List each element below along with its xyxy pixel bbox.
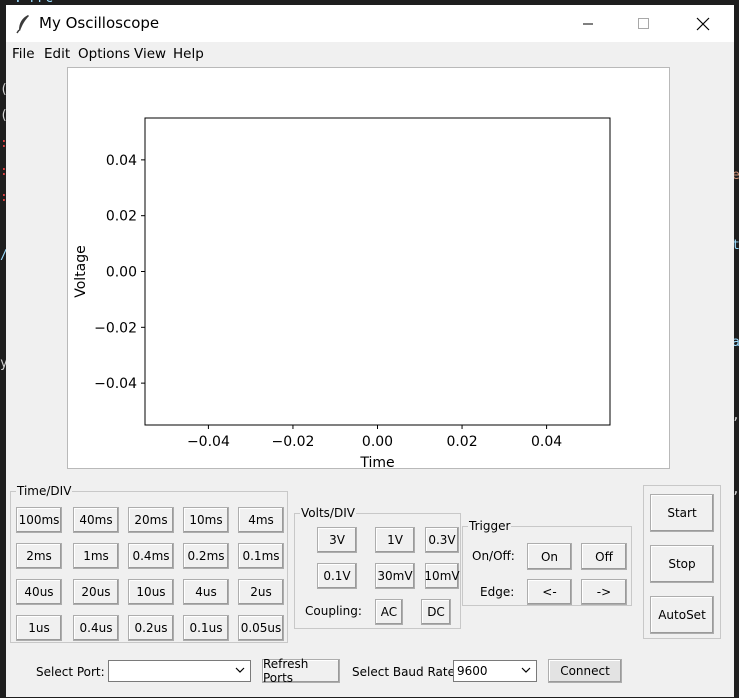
volts-div-button[interactable]: 10mV (424, 563, 460, 589)
maximize-icon (638, 17, 649, 29)
time-div-button[interactable]: 0.1ms (238, 543, 284, 569)
y-tick-label: −0.04 (94, 376, 137, 392)
time-div-button[interactable]: 4us (183, 579, 229, 605)
control-group: Start Stop AutoSet (643, 485, 721, 639)
menu-edit[interactable]: Edit (44, 46, 70, 62)
trigger-onoff-label: On/Off: (472, 549, 515, 563)
time-div-button[interactable]: 10ms (183, 507, 229, 533)
time-div-button[interactable]: 2ms (16, 543, 62, 569)
x-axis-label: Time (359, 455, 394, 468)
menu-view[interactable]: View (134, 46, 166, 62)
time-div-button[interactable]: 100ms (16, 507, 62, 533)
volts-div-button[interactable]: 0.3V (425, 527, 459, 553)
maximize-button[interactable] (621, 5, 667, 42)
trigger-group: Trigger On/Off: On Off Edge: <- -> (462, 519, 632, 606)
start-button[interactable]: Start (650, 494, 714, 532)
y-tick-label: 0.00 (106, 265, 137, 281)
x-tick-label: 0.04 (531, 434, 562, 450)
time-div-button[interactable]: 10us (128, 579, 174, 605)
volts-div-group: Volts/DIV 3V 1V 0.3V 0.1V 30mV 10mV Coupling:… (294, 506, 461, 629)
baud-rate-select[interactable]: 9600 (453, 660, 537, 682)
stop-button[interactable]: Stop (650, 545, 714, 583)
time-div-button[interactable]: 0.2us (128, 615, 174, 641)
coupling-dc-button[interactable]: DC (421, 599, 451, 625)
volts-div-button[interactable]: 1V (375, 527, 415, 553)
minimize-icon (583, 23, 593, 24)
y-axis-label: Voltage (73, 245, 89, 298)
close-icon (696, 17, 710, 30)
time-div-label: Time/DIV (16, 484, 73, 498)
chevron-down-icon (235, 667, 245, 673)
time-div-button[interactable]: 2us (238, 579, 284, 605)
y-tick-label: 0.04 (106, 153, 137, 169)
volts-div-button[interactable]: 3V (317, 527, 357, 553)
window-title: My Oscilloscope (39, 14, 160, 32)
edge-falling-button[interactable]: <- (527, 579, 572, 605)
baud-rate-value: 9600 (457, 664, 488, 678)
close-button[interactable] (680, 5, 726, 42)
minimize-button[interactable] (565, 5, 611, 42)
time-div-button[interactable]: 1ms (73, 543, 119, 569)
chevron-down-icon (521, 667, 531, 673)
refresh-ports-button[interactable]: Refresh Ports (262, 657, 340, 685)
plot-canvas: −0.04 −0.02 0.00 0.02 0.04 0.04 0.02 0.00 −0.02 −… (67, 67, 670, 469)
coupling-ac-button[interactable]: AC (375, 599, 403, 625)
time-div-group: Time/DIV 100ms 40ms 20ms 10ms 4ms 2ms 1ms 0.4ms… (10, 484, 288, 643)
select-port-label: Select Port: (36, 665, 105, 679)
x-tick-label: 0.00 (362, 434, 393, 450)
menu-file[interactable]: File (12, 46, 35, 62)
autoset-button[interactable]: AutoSet (650, 596, 714, 634)
time-div-button[interactable]: 0.2ms (183, 543, 229, 569)
trigger-on-button[interactable]: On (527, 543, 572, 570)
trigger-label: Trigger (468, 519, 512, 533)
trigger-off-button[interactable]: Off (581, 543, 627, 570)
volts-div-button[interactable]: 30mV (375, 563, 415, 589)
time-div-button[interactable]: 20us (73, 579, 119, 605)
time-div-button[interactable]: 0.1us (183, 615, 229, 641)
feather-icon (16, 15, 29, 34)
x-tick-label: 0.02 (446, 434, 477, 450)
menu-bar: File Edit Options View Help (6, 42, 734, 66)
y-tick-label: 0.02 (106, 209, 137, 225)
menu-help[interactable]: Help (173, 46, 204, 62)
title-bar: My Oscilloscope (6, 5, 734, 42)
app-window: My Oscilloscope File Edit Options View H… (6, 5, 734, 697)
time-div-button[interactable]: 20ms (128, 507, 174, 533)
trigger-edge-label: Edge: (480, 585, 515, 599)
baud-rate-label: Select Baud Rate: (352, 665, 460, 679)
connect-button[interactable]: Connect (548, 659, 622, 683)
time-div-button[interactable]: 0.05us (238, 615, 284, 641)
menu-options[interactable]: Options (78, 46, 130, 62)
time-div-button[interactable]: 0.4us (73, 615, 119, 641)
y-tick-label: −0.02 (94, 320, 137, 336)
time-div-button[interactable]: 40us (16, 579, 62, 605)
volts-div-label: Volts/DIV (300, 506, 356, 520)
time-div-button[interactable]: 0.4ms (128, 543, 174, 569)
plot-axes-frame (144, 117, 611, 426)
volts-div-button[interactable]: 0.1V (317, 563, 357, 589)
edge-rising-button[interactable]: -> (581, 579, 627, 605)
x-tick-label: −0.04 (187, 434, 230, 450)
time-div-button[interactable]: 4ms (238, 507, 284, 533)
time-div-button[interactable]: 40ms (73, 507, 119, 533)
time-div-button[interactable]: 1us (16, 615, 62, 641)
port-select[interactable] (108, 660, 251, 682)
coupling-label: Coupling: (305, 604, 362, 618)
x-tick-label: −0.02 (272, 434, 315, 450)
voltage-time-plot: −0.04 −0.02 0.00 0.02 0.04 0.04 0.02 0.00 −0.02 −… (73, 117, 611, 468)
